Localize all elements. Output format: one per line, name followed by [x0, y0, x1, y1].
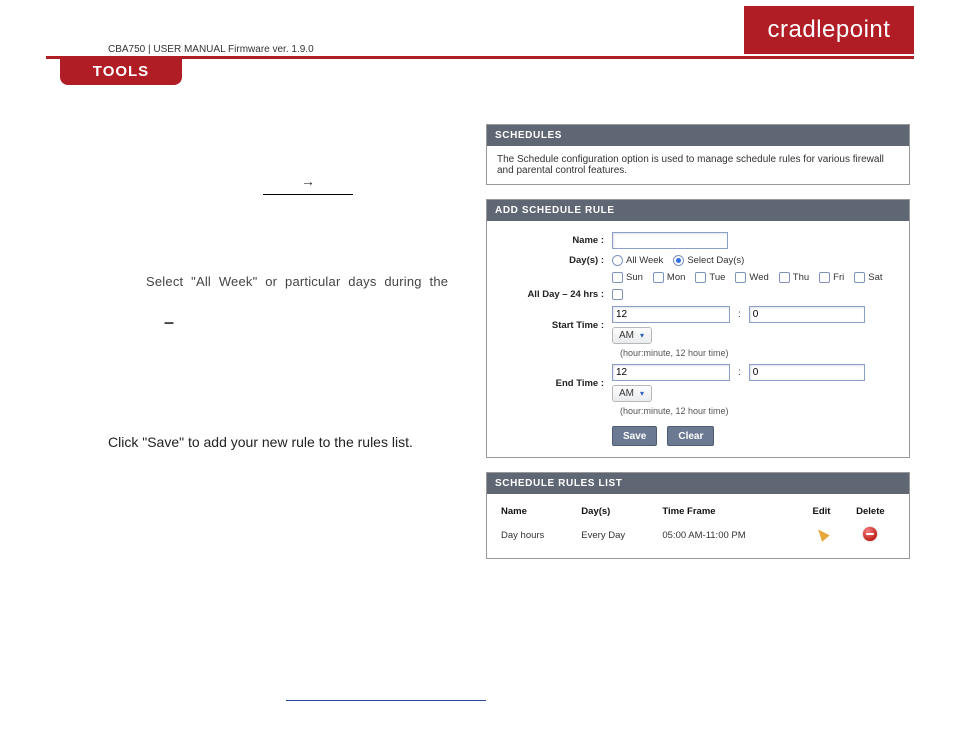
section-tab-tools: TOOLS	[60, 57, 182, 85]
table-header-row: Name Day(s) Time Frame Edit Delete	[497, 502, 899, 525]
radio-dot-icon	[612, 255, 623, 266]
instruction-column: → Select "All Week" or particular days d…	[108, 130, 458, 469]
check-tue[interactable]: Tue	[695, 272, 725, 283]
check-fri[interactable]: Fri	[819, 272, 844, 283]
schedules-header: SCHEDULES	[487, 125, 909, 146]
input-end-hour[interactable]	[612, 364, 730, 381]
hint-start-time: (hour:minute, 12 hour time)	[620, 348, 899, 358]
radio-all-week-label: All Week	[626, 255, 663, 266]
add-schedule-body: Name : Day(s) : All Week Select Day(s)	[487, 221, 909, 457]
time-sep-icon: :	[734, 309, 745, 320]
add-schedule-header: ADD SCHEDULE RULE	[487, 200, 909, 221]
check-tue-label: Tue	[709, 272, 725, 283]
instruction-save: Click "Save" to add your new rule to the…	[108, 431, 458, 455]
input-end-minute[interactable]	[749, 364, 865, 381]
hint-end-time: (hour:minute, 12 hour time)	[620, 406, 899, 416]
cell-time: 05:00 AM-11:00 PM	[658, 525, 801, 550]
save-button[interactable]: Save	[612, 426, 657, 446]
input-start-minute[interactable]	[749, 306, 865, 323]
radio-dot-selected-icon	[673, 255, 684, 266]
clear-button[interactable]: Clear	[667, 426, 714, 446]
select-start-ampm[interactable]: AM ▾	[612, 327, 652, 344]
checkbox-icon	[779, 272, 790, 283]
radio-all-week[interactable]: All Week	[612, 255, 663, 266]
arrow-indicator: →	[263, 170, 353, 195]
check-sun[interactable]: Sun	[612, 272, 643, 283]
check-wed[interactable]: Wed	[735, 272, 768, 283]
checkbox-icon	[854, 272, 865, 283]
table-row: Day hours Every Day 05:00 AM-11:00 PM	[497, 525, 899, 550]
end-ampm-value: AM	[619, 388, 634, 399]
col-days: Day(s)	[577, 502, 658, 525]
add-schedule-panel: ADD SCHEDULE RULE Name : Day(s) : All We…	[486, 199, 910, 458]
checkbox-icon	[819, 272, 830, 283]
check-sat[interactable]: Sat	[854, 272, 882, 283]
schedules-desc: The Schedule configuration option is use…	[487, 146, 909, 184]
start-ampm-value: AM	[619, 330, 634, 341]
input-start-hour[interactable]	[612, 306, 730, 323]
check-mon-label: Mon	[667, 272, 685, 283]
cell-days: Every Day	[577, 525, 658, 550]
footer-rule	[286, 700, 486, 701]
label-name: Name :	[497, 235, 612, 246]
check-wed-label: Wed	[749, 272, 768, 283]
instruction-dash: –	[164, 307, 458, 338]
label-all-day: All Day – 24 hrs :	[497, 289, 612, 300]
doc-title: CBA750 | USER MANUAL Firmware ver. 1.9.0	[108, 44, 314, 55]
select-end-ampm[interactable]: AM ▾	[612, 385, 652, 402]
time-sep-icon: :	[734, 367, 745, 378]
col-delete: Delete	[842, 502, 899, 525]
checkbox-icon	[612, 289, 623, 300]
brand-logo: cradlepoint	[744, 6, 914, 54]
check-sun-label: Sun	[626, 272, 643, 283]
schedules-panel: SCHEDULES The Schedule configuration opt…	[486, 124, 910, 185]
rules-list-header: SCHEDULE RULES LIST	[487, 473, 909, 494]
checkbox-icon	[653, 272, 664, 283]
edit-icon[interactable]	[814, 526, 829, 542]
rules-list-panel: SCHEDULE RULES LIST Name Day(s) Time Fra…	[486, 472, 910, 559]
instruction-days: Select "All Week" or particular days dur…	[146, 271, 458, 293]
input-name[interactable]	[612, 232, 728, 249]
check-sat-label: Sat	[868, 272, 882, 283]
check-thu-label: Thu	[793, 272, 809, 283]
check-fri-label: Fri	[833, 272, 844, 283]
label-days: Day(s) :	[497, 255, 612, 266]
check-thu[interactable]: Thu	[779, 272, 809, 283]
label-end-time: End Time :	[497, 378, 612, 389]
col-edit: Edit	[801, 502, 842, 525]
radio-select-days-label: Select Day(s)	[687, 255, 744, 266]
rules-table: Name Day(s) Time Frame Edit Delete Day h…	[497, 502, 899, 550]
cell-name: Day hours	[497, 525, 577, 550]
label-start-time: Start Time :	[497, 320, 612, 331]
dropdown-caret-icon: ▾	[637, 388, 647, 400]
col-name: Name	[497, 502, 577, 525]
checkbox-icon	[735, 272, 746, 283]
dropdown-caret-icon: ▾	[637, 330, 647, 342]
radio-select-days[interactable]: Select Day(s)	[673, 255, 744, 266]
check-mon[interactable]: Mon	[653, 272, 685, 283]
checkbox-icon	[695, 272, 706, 283]
check-all-day[interactable]	[612, 289, 623, 300]
day-checkboxes: Sun Mon Tue Wed Thu Fri Sat	[612, 272, 899, 283]
config-column: SCHEDULES The Schedule configuration opt…	[486, 124, 910, 559]
col-time: Time Frame	[658, 502, 801, 525]
checkbox-icon	[612, 272, 623, 283]
delete-icon[interactable]	[863, 527, 877, 541]
